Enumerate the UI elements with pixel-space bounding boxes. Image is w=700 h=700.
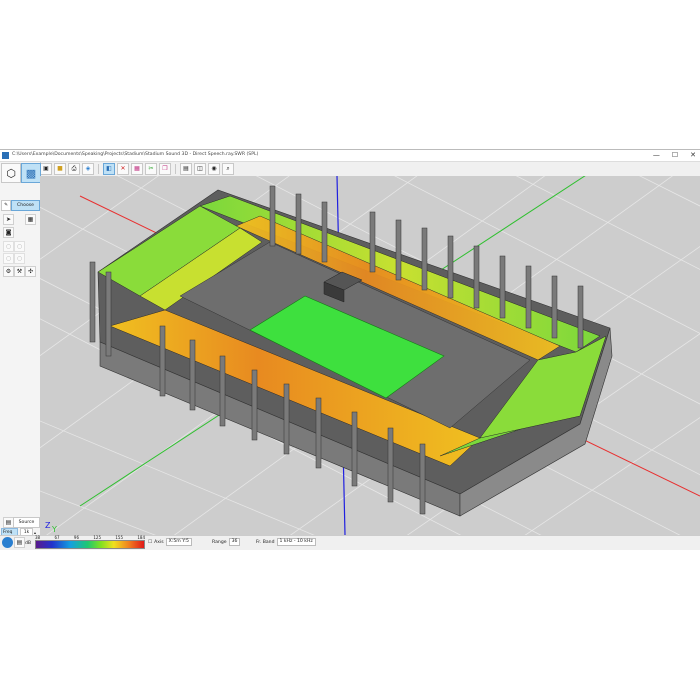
range-control[interactable]: Range 36	[212, 538, 241, 546]
freq-band-label: Fr. Band	[256, 539, 275, 545]
maximize-button[interactable]: ☐	[672, 151, 678, 159]
tab-source[interactable]: Source	[13, 517, 40, 528]
grid-icon[interactable]: ▦	[131, 162, 143, 175]
color-scale-bar	[35, 540, 145, 549]
toolbar-separator	[175, 163, 176, 174]
minimize-button[interactable]: —	[653, 151, 660, 159]
table-icon[interactable]: ▦	[25, 214, 36, 225]
toolbar-separator	[98, 163, 99, 174]
speaker-icon[interactable]: ◙	[3, 227, 14, 238]
zoom-icon[interactable]: ⌕	[222, 162, 234, 175]
title-bar: C:\Users\Example\Documents\Speaking\Proj…	[0, 150, 700, 162]
open-icon[interactable]: ■	[54, 162, 66, 175]
eye-icon[interactable]: ◉	[208, 162, 220, 175]
settings-icon[interactable]: ⚒	[14, 266, 25, 277]
gear-icon[interactable]: ⚙	[3, 266, 14, 277]
layer-icon[interactable]: ◫	[194, 162, 206, 175]
pointer-icon[interactable]: ➤	[3, 214, 14, 225]
window-title: C:\Users\Example\Documents\Speaking\Proj…	[12, 152, 259, 157]
disabled-tool-icon: ○	[14, 241, 25, 252]
application-window: C:\Users\Example\Documents\Speaking\Proj…	[0, 149, 700, 550]
app-icon	[2, 152, 9, 159]
settings-icon[interactable]: ◈	[82, 162, 94, 175]
print-icon[interactable]: ⎙	[68, 162, 80, 175]
3d-viewport[interactable]: Z Y	[40, 176, 700, 535]
close-button[interactable]: ✕	[690, 151, 696, 159]
paste-icon[interactable]: ▤	[180, 162, 192, 175]
cube-icon[interactable]: ⬡	[1, 163, 21, 183]
scale-unit: dB	[25, 541, 32, 546]
view3d-icon[interactable]: ◧	[103, 162, 115, 175]
cut-icon[interactable]: ✂	[145, 162, 157, 175]
legend-icon[interactable]: ▤	[14, 537, 25, 548]
main-toolbar: ▣ ■ ⎙ ◈ ◧ ✕ ▦ ✂ ❐ ▤ ◫ ◉ ⌕	[40, 162, 234, 175]
delete-icon[interactable]: ✕	[117, 162, 129, 175]
save-icon[interactable]: ▣	[40, 162, 52, 175]
tab-choose[interactable]: Choose	[11, 200, 40, 211]
svg-text:Y: Y	[51, 525, 57, 534]
svg-text:Z: Z	[45, 521, 51, 530]
freq-band-value[interactable]: 1 kHz - 10 kHz	[276, 538, 316, 546]
disabled-tool-icon: ○	[3, 253, 14, 264]
checkbox-icon[interactable]: ☐	[148, 540, 152, 545]
status-bar: ▤ 38 67 96 125 155 184 dB ☐ Axis X:5m Y:…	[0, 535, 700, 549]
left-tool-panel: ⬡ ▩ ✎ Choose ➤ ▦ ◙ ○ ○ ○ ○ ⚙ ⚒ ✣ ▤ Sourc…	[0, 162, 41, 546]
freq-band-control[interactable]: Fr. Band 1 kHz - 10 kHz	[256, 538, 316, 546]
disabled-tool-icon: ○	[14, 253, 25, 264]
speaker-cluster-icon[interactable]: ▩	[21, 163, 41, 183]
pencil-icon[interactable]: ✎	[1, 200, 11, 211]
axis-label: Axis	[154, 539, 164, 545]
copy-icon[interactable]: ❐	[159, 162, 171, 175]
stadium-3d-render: Z Y	[40, 176, 700, 535]
range-value[interactable]: 36	[228, 538, 241, 546]
spin-icon[interactable]: ▴	[34, 530, 38, 535]
arrows-icon[interactable]: ✣	[25, 266, 36, 277]
axis-control[interactable]: ☐ Axis X:5m Y:5	[148, 538, 192, 546]
disabled-tool-icon: ○	[3, 241, 14, 252]
globe-icon[interactable]	[2, 537, 13, 548]
range-label: Range	[212, 539, 227, 545]
axis-value[interactable]: X:5m Y:5	[165, 538, 192, 546]
